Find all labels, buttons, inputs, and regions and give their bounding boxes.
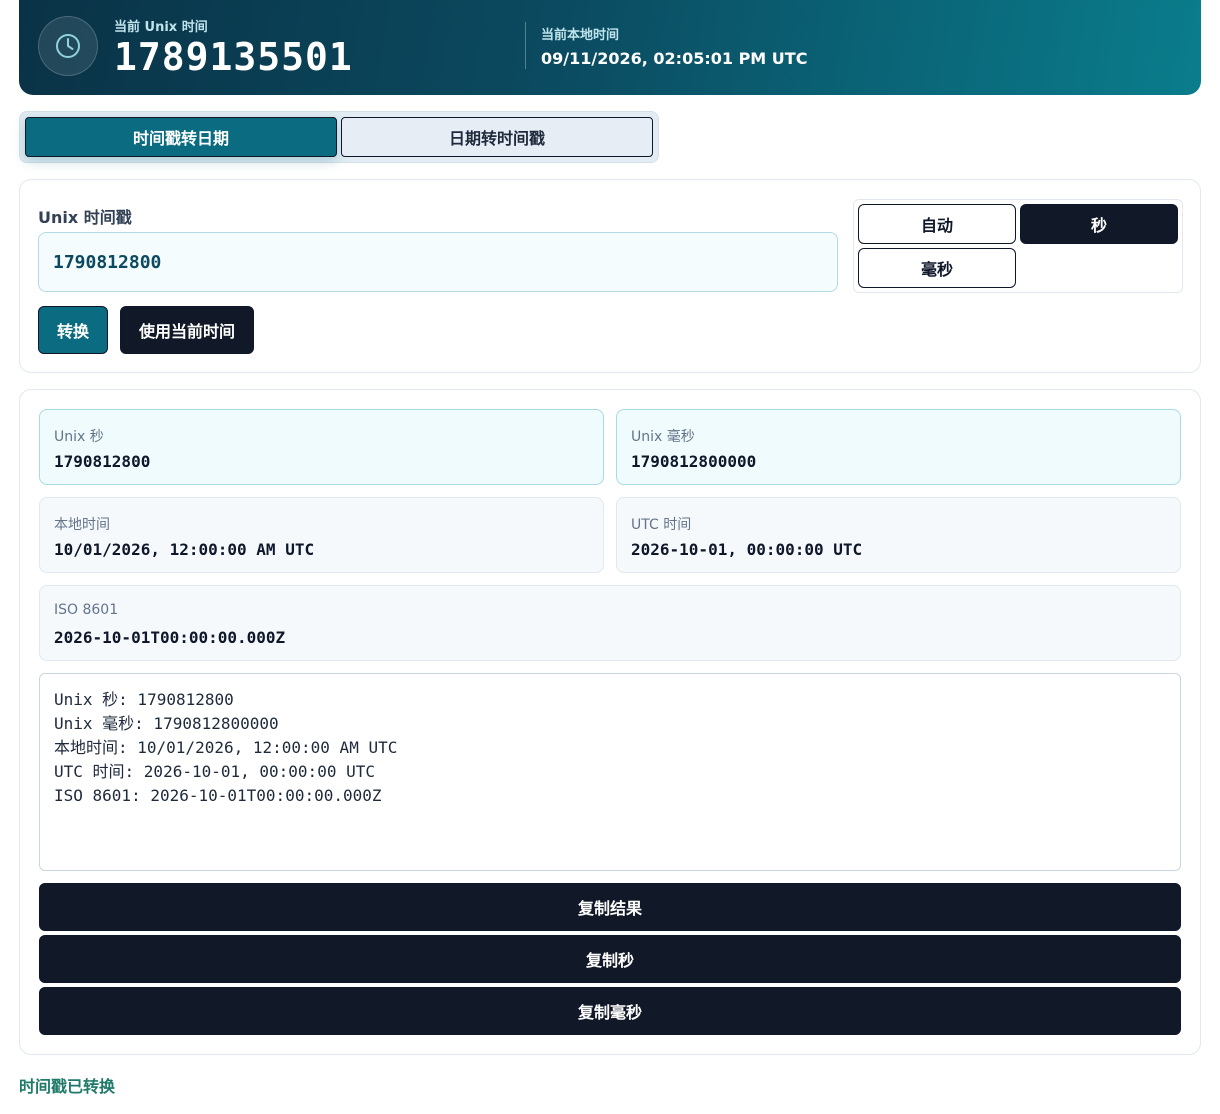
unit-selector: 自动 秒 毫秒 [853,199,1183,293]
header-divider [525,22,526,69]
local-time-label: 本地时间 [54,517,110,533]
unit-seconds-button[interactable]: 秒 [1020,204,1178,244]
current-time-banner: 当前 Unix 时间 1789135501 当前本地时间 09/11/2026,… [19,0,1201,95]
unix-seconds-value: 1790812800 [54,452,151,471]
unit-milliseconds-button[interactable]: 毫秒 [858,248,1016,288]
current-unix-label: 当前 Unix 时间 [114,20,208,35]
use-current-time-button[interactable]: 使用当前时间 [120,306,254,354]
copy-millis-button[interactable]: 复制毫秒 [39,987,1181,1035]
utc-time-label: UTC 时间 [631,517,692,533]
unit-auto-button[interactable]: 自动 [858,204,1016,244]
tab-timestamp-to-date[interactable]: 时间戳转日期 [25,117,337,157]
output-line: Unix 秒: 1790812800 [54,690,234,709]
utc-time-value: 2026-10-01, 00:00:00 UTC [631,540,863,559]
copy-result-button[interactable]: 复制结果 [39,883,1181,931]
unix-millis-field: Unix 毫秒 1790812800000 [616,409,1181,485]
unix-seconds-field: Unix 秒 1790812800 [39,409,604,485]
unix-seconds-label: Unix 秒 [54,429,104,445]
current-local-time-label: 当前本地时间 [541,28,620,43]
clock-icon [38,16,98,76]
current-unix-value: 1789135501 [114,35,353,79]
convert-button[interactable]: 转换 [38,306,108,354]
output-line: ISO 8601: 2026-10-01T00:00:00.000Z [54,786,382,805]
iso-field: ISO 8601 2026-10-01T00:00:00.000Z [39,585,1181,661]
current-local-time-value: 09/11/2026, 02:05:01 PM UTC [541,49,808,68]
timestamp-input-label: Unix 时间戳 [38,208,132,227]
result-card: Unix 秒 1790812800 Unix 毫秒 1790812800000 … [19,389,1201,1055]
utc-time-field: UTC 时间 2026-10-01, 00:00:00 UTC [616,497,1181,573]
output-line: UTC 时间: 2026-10-01, 00:00:00 UTC [54,762,375,781]
result-output-textarea[interactable]: Unix 秒: 1790812800 Unix 毫秒: 179081280000… [39,673,1181,871]
unix-millis-value: 1790812800000 [631,452,757,471]
iso-label: ISO 8601 [54,602,119,618]
output-line: Unix 毫秒: 1790812800000 [54,714,279,733]
local-time-field: 本地时间 10/01/2026, 12:00:00 AM UTC [39,497,604,573]
tab-date-to-timestamp[interactable]: 日期转时间戳 [341,117,653,157]
mode-tabs: 时间戳转日期 日期转时间戳 [19,111,659,163]
unix-millis-label: Unix 毫秒 [631,429,695,445]
iso-value: 2026-10-01T00:00:00.000Z [54,628,286,647]
status-message: 时间戳已转换 [19,1077,116,1096]
copy-seconds-button[interactable]: 复制秒 [39,935,1181,983]
local-time-value: 10/01/2026, 12:00:00 AM UTC [54,540,315,559]
input-card: Unix 时间戳 自动 秒 毫秒 转换 使用当前时间 [19,179,1201,373]
output-line: 本地时间: 10/01/2026, 12:00:00 AM UTC [54,738,398,757]
timestamp-input[interactable] [38,232,838,292]
